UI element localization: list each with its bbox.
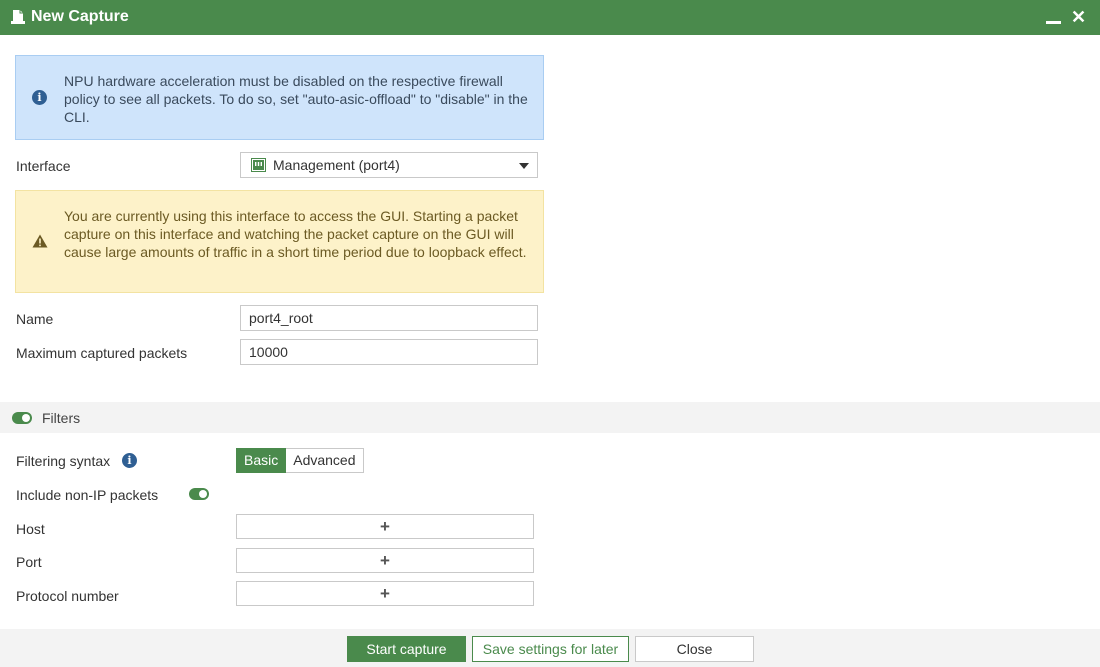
info-circle-icon: i bbox=[32, 90, 47, 105]
npu-info-notice: i NPU hardware acceleration must be disa… bbox=[15, 55, 544, 140]
warning-notice-text: You are currently using this interface t… bbox=[64, 208, 527, 260]
host-add-field[interactable]: + bbox=[236, 514, 534, 539]
filtering-syntax-label: Filtering syntax bbox=[16, 453, 111, 469]
max-packets-input[interactable]: 10000 bbox=[240, 339, 538, 365]
network-port-icon bbox=[251, 158, 266, 172]
plus-icon: + bbox=[380, 584, 390, 603]
syntax-option-basic[interactable]: Basic bbox=[236, 448, 287, 473]
name-input[interactable]: port4_root bbox=[240, 305, 538, 331]
syntax-option-advanced[interactable]: Advanced bbox=[286, 448, 364, 473]
chevron-down-icon bbox=[519, 163, 529, 169]
name-label: Name bbox=[16, 311, 54, 327]
include-non-ip-label: Include non-IP packets bbox=[16, 487, 159, 503]
window-title: New Capture bbox=[31, 8, 129, 25]
port-label: Port bbox=[16, 554, 42, 570]
warning-triangle-icon bbox=[32, 234, 48, 248]
loopback-warning-notice: You are currently using this interface t… bbox=[15, 190, 544, 293]
interface-label: Interface bbox=[16, 158, 71, 174]
filters-section-header: Filters bbox=[0, 402, 1100, 433]
include-non-ip-toggle[interactable] bbox=[189, 488, 209, 500]
protocol-number-add-field[interactable]: + bbox=[236, 581, 534, 606]
info-circle-icon[interactable]: i bbox=[122, 453, 137, 468]
plus-icon: + bbox=[380, 517, 390, 536]
capture-icon bbox=[11, 10, 25, 24]
port-add-field[interactable]: + bbox=[236, 548, 534, 573]
plus-icon: + bbox=[380, 551, 390, 570]
host-label: Host bbox=[16, 521, 45, 537]
save-settings-button[interactable]: Save settings for later bbox=[472, 636, 629, 662]
protocol-number-label: Protocol number bbox=[16, 588, 119, 604]
close-icon[interactable]: ✕ bbox=[1071, 6, 1086, 28]
window-titlebar: New Capture ✕ bbox=[0, 0, 1100, 35]
filtering-syntax-switch: Basic Advanced bbox=[236, 448, 364, 473]
max-packets-label: Maximum captured packets bbox=[16, 345, 188, 361]
interface-select[interactable]: Management (port4) bbox=[240, 152, 538, 178]
start-capture-button[interactable]: Start capture bbox=[347, 636, 466, 662]
minimize-icon[interactable] bbox=[1045, 8, 1061, 26]
filters-title: Filters bbox=[42, 410, 81, 426]
info-notice-text: NPU hardware acceleration must be disabl… bbox=[64, 73, 528, 125]
interface-selected-value: Management (port4) bbox=[273, 157, 400, 173]
close-button[interactable]: Close bbox=[635, 636, 754, 662]
filters-toggle[interactable] bbox=[12, 412, 32, 424]
